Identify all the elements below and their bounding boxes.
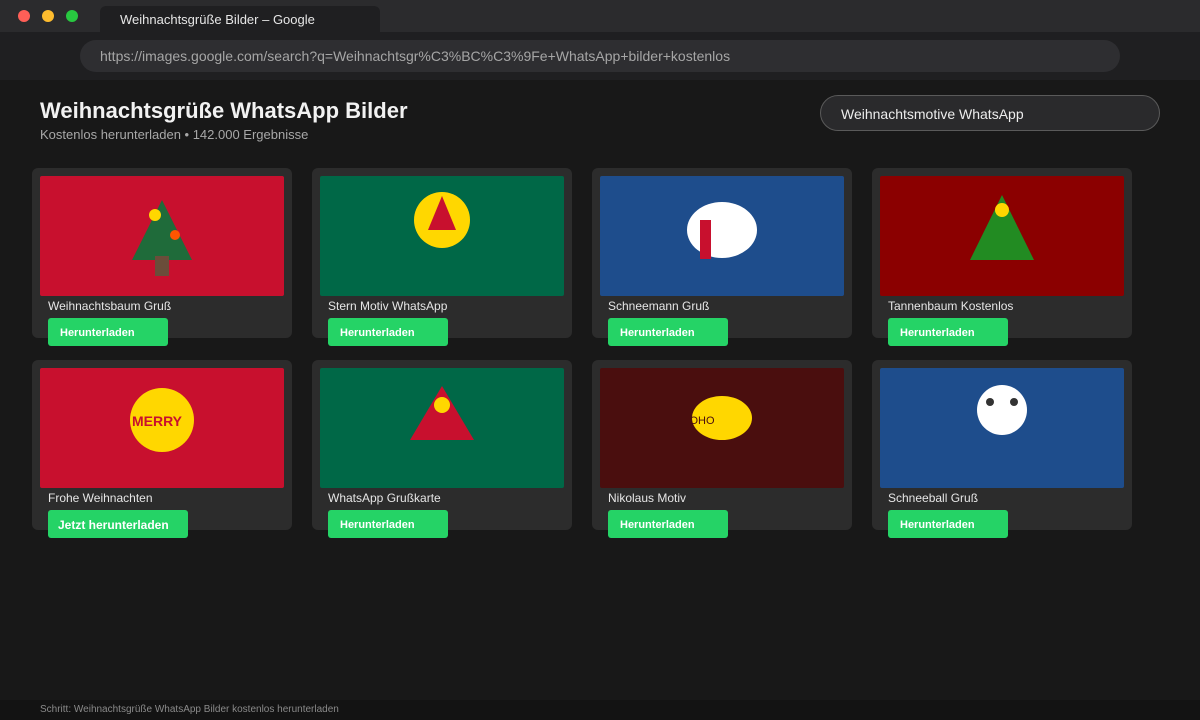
- result-card[interactable]: Schneeball Gruß Herunterladen: [872, 360, 1132, 538]
- download-button[interactable]: Herunterladen: [608, 318, 728, 346]
- result-card[interactable]: OHO Nikolaus Motiv Herunterladen: [592, 360, 852, 538]
- result-card[interactable]: Tannenbaum Kostenlos Herunterladen: [872, 168, 1132, 346]
- result-thumbnail[interactable]: [40, 176, 284, 296]
- result-card[interactable]: Stern Motiv WhatsApp Herunterladen: [312, 168, 572, 346]
- result-thumbnail[interactable]: OHO: [600, 368, 844, 488]
- window-titlebar: Weihnachtsgrüße Bilder – Google: [0, 0, 1200, 32]
- minimize-window-button[interactable]: [42, 10, 54, 22]
- download-button[interactable]: Herunterladen: [328, 510, 448, 538]
- maximize-window-button[interactable]: [66, 10, 78, 22]
- result-thumbnail[interactable]: [320, 176, 564, 296]
- star-icon: [320, 176, 564, 296]
- fir-tree-icon: [880, 176, 1124, 296]
- result-card[interactable]: WhatsApp Grußkarte Herunterladen: [312, 360, 572, 538]
- result-label: Schneemann Gruß: [608, 299, 710, 313]
- download-button[interactable]: Herunterladen: [608, 510, 728, 538]
- result-label: Frohe Weihnachten: [48, 491, 153, 505]
- browser-tab[interactable]: Weihnachtsgrüße Bilder – Google: [100, 6, 380, 32]
- result-thumbnail[interactable]: [600, 176, 844, 296]
- download-button[interactable]: Herunterladen: [888, 510, 1008, 538]
- result-label: Nikolaus Motiv: [608, 491, 687, 505]
- result-label: WhatsApp Grußkarte: [328, 491, 441, 505]
- tree-icon: [40, 176, 284, 296]
- result-label: Tannenbaum Kostenlos: [888, 299, 1014, 313]
- download-button[interactable]: Herunterladen: [888, 318, 1008, 346]
- page-title: Weihnachtsgrüße WhatsApp Bilder: [40, 98, 408, 123]
- triangle-icon: [320, 368, 564, 488]
- ornament-text: MERRY: [132, 413, 183, 429]
- result-label: Stern Motiv WhatsApp: [328, 299, 448, 313]
- snowman-icon: [600, 176, 844, 296]
- result-thumbnail[interactable]: [880, 176, 1124, 296]
- result-thumbnail[interactable]: [320, 368, 564, 488]
- result-thumbnail[interactable]: [880, 368, 1124, 488]
- result-card[interactable]: Schneemann Gruß Herunterladen: [592, 168, 852, 346]
- result-label: Schneeball Gruß: [888, 491, 979, 505]
- nikolaus-text: OHO: [689, 415, 715, 427]
- hohoho-icon: OHO: [600, 368, 844, 488]
- search-input[interactable]: Weihnachtsmotive WhatsApp: [820, 95, 1160, 131]
- status-bar: Schritt: Weihnachtsgrüße WhatsApp Bilder…: [0, 700, 1200, 720]
- page-subtitle: Kostenlos herunterladen • 142.000 Ergebn…: [40, 127, 309, 142]
- address-bar[interactable]: https://images.google.com/search?q=Weihn…: [80, 40, 1120, 72]
- result-card[interactable]: Weihnachtsbaum Gruß Herunterladen: [32, 168, 292, 346]
- snowball-icon: [880, 368, 1124, 488]
- download-button[interactable]: Herunterladen: [328, 318, 448, 346]
- result-card[interactable]: MERRY Frohe Weihnachten Jetzt herunterla…: [32, 360, 292, 538]
- download-button[interactable]: Jetzt herunterladen: [48, 510, 188, 538]
- download-button[interactable]: Herunterladen: [48, 318, 168, 346]
- result-label: Weihnachtsbaum Gruß: [48, 299, 172, 313]
- close-window-button[interactable]: [18, 10, 30, 22]
- browser-toolbar: https://images.google.com/search?q=Weihn…: [0, 32, 1200, 80]
- ornament-icon: MERRY: [40, 368, 284, 488]
- result-thumbnail[interactable]: MERRY: [40, 368, 284, 488]
